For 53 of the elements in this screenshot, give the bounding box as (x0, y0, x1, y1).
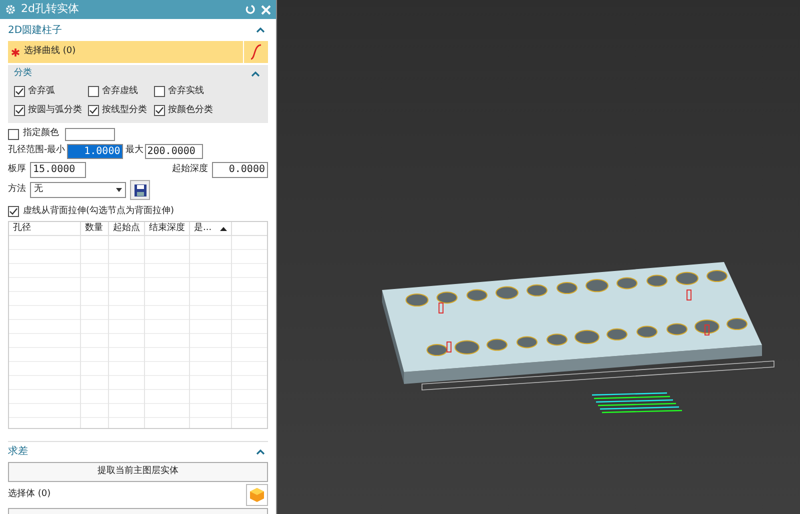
chevron-icon[interactable] (256, 448, 265, 454)
checkbox[interactable] (154, 86, 165, 98)
option-label: 按线型分类 (102, 104, 147, 116)
max-label: 最大 (125, 144, 144, 158)
section-title: 2D圆建柱子 (8, 24, 62, 38)
chevron-icon[interactable] (251, 71, 260, 77)
chevron-icon[interactable] (256, 27, 265, 33)
reset-icon[interactable] (245, 4, 256, 15)
select-body-label: 选择体 (0) (8, 488, 51, 502)
extract-solid-button[interactable]: 提取当前主图层实体 (8, 462, 268, 482)
method-dropdown[interactable]: 无 (30, 182, 126, 198)
curve-icon (250, 44, 262, 60)
dashed-back-label: 虚线从背面拉伸(勾选节点为背面拉伸) (23, 204, 174, 218)
color-swatch-field[interactable] (65, 128, 115, 140)
option-label: 按颜色分类 (168, 104, 213, 116)
plate-thickness-label: 板厚 (8, 162, 26, 176)
option-label: 舍弃弧 (28, 85, 55, 98)
column-header[interactable]: 孔径 (9, 222, 81, 236)
select-curve-label: 选择曲线 (0) (24, 45, 76, 58)
checkbox[interactable] (8, 206, 19, 217)
save-button[interactable] (130, 180, 150, 200)
required-star-icon (11, 48, 20, 56)
checkbox[interactable] (88, 104, 99, 116)
plate-thickness-field[interactable]: 15.0000 (30, 162, 86, 178)
window-title: 2d孔转实体 (21, 1, 80, 18)
column-header[interactable]: 是... (190, 222, 232, 236)
max-input-field[interactable]: 200.0000 (145, 144, 204, 158)
checkbox[interactable] (8, 128, 19, 140)
column-header[interactable]: 起始点 (109, 222, 145, 236)
column-header[interactable]: 结束深度 (145, 222, 190, 236)
checkbox[interactable] (14, 104, 25, 116)
start-depth-field[interactable]: 0.0000 (212, 162, 268, 178)
close-icon[interactable] (261, 4, 271, 14)
option-label: 舍弃实线 (168, 85, 204, 98)
gear-icon (5, 4, 16, 15)
checkbox[interactable] (154, 104, 165, 116)
option-label: 按圆与弧分类 (28, 104, 82, 116)
min-input-field[interactable]: 1.0000 (67, 144, 124, 158)
start-depth-label: 起始深度 (172, 162, 208, 176)
sort-up-icon (220, 226, 227, 231)
select-curve-row[interactable]: 选择曲线 (0) (8, 41, 243, 63)
cube-icon (249, 487, 265, 503)
checkbox[interactable] (88, 86, 99, 98)
curve-select-button[interactable] (244, 41, 268, 63)
option-label: 舍弃虚线 (102, 85, 138, 98)
column-header[interactable]: 数量 (81, 222, 109, 236)
specify-color-label: 指定颜色 (23, 127, 59, 140)
hole-range-label: 孔径范围-最小 (8, 144, 66, 158)
method-label: 方法 (8, 183, 26, 196)
section-title: 求差 (8, 444, 28, 459)
category-title: 分类 (14, 67, 32, 80)
dropdown-caret-icon (116, 188, 122, 192)
checkbox[interactable] (14, 86, 25, 98)
